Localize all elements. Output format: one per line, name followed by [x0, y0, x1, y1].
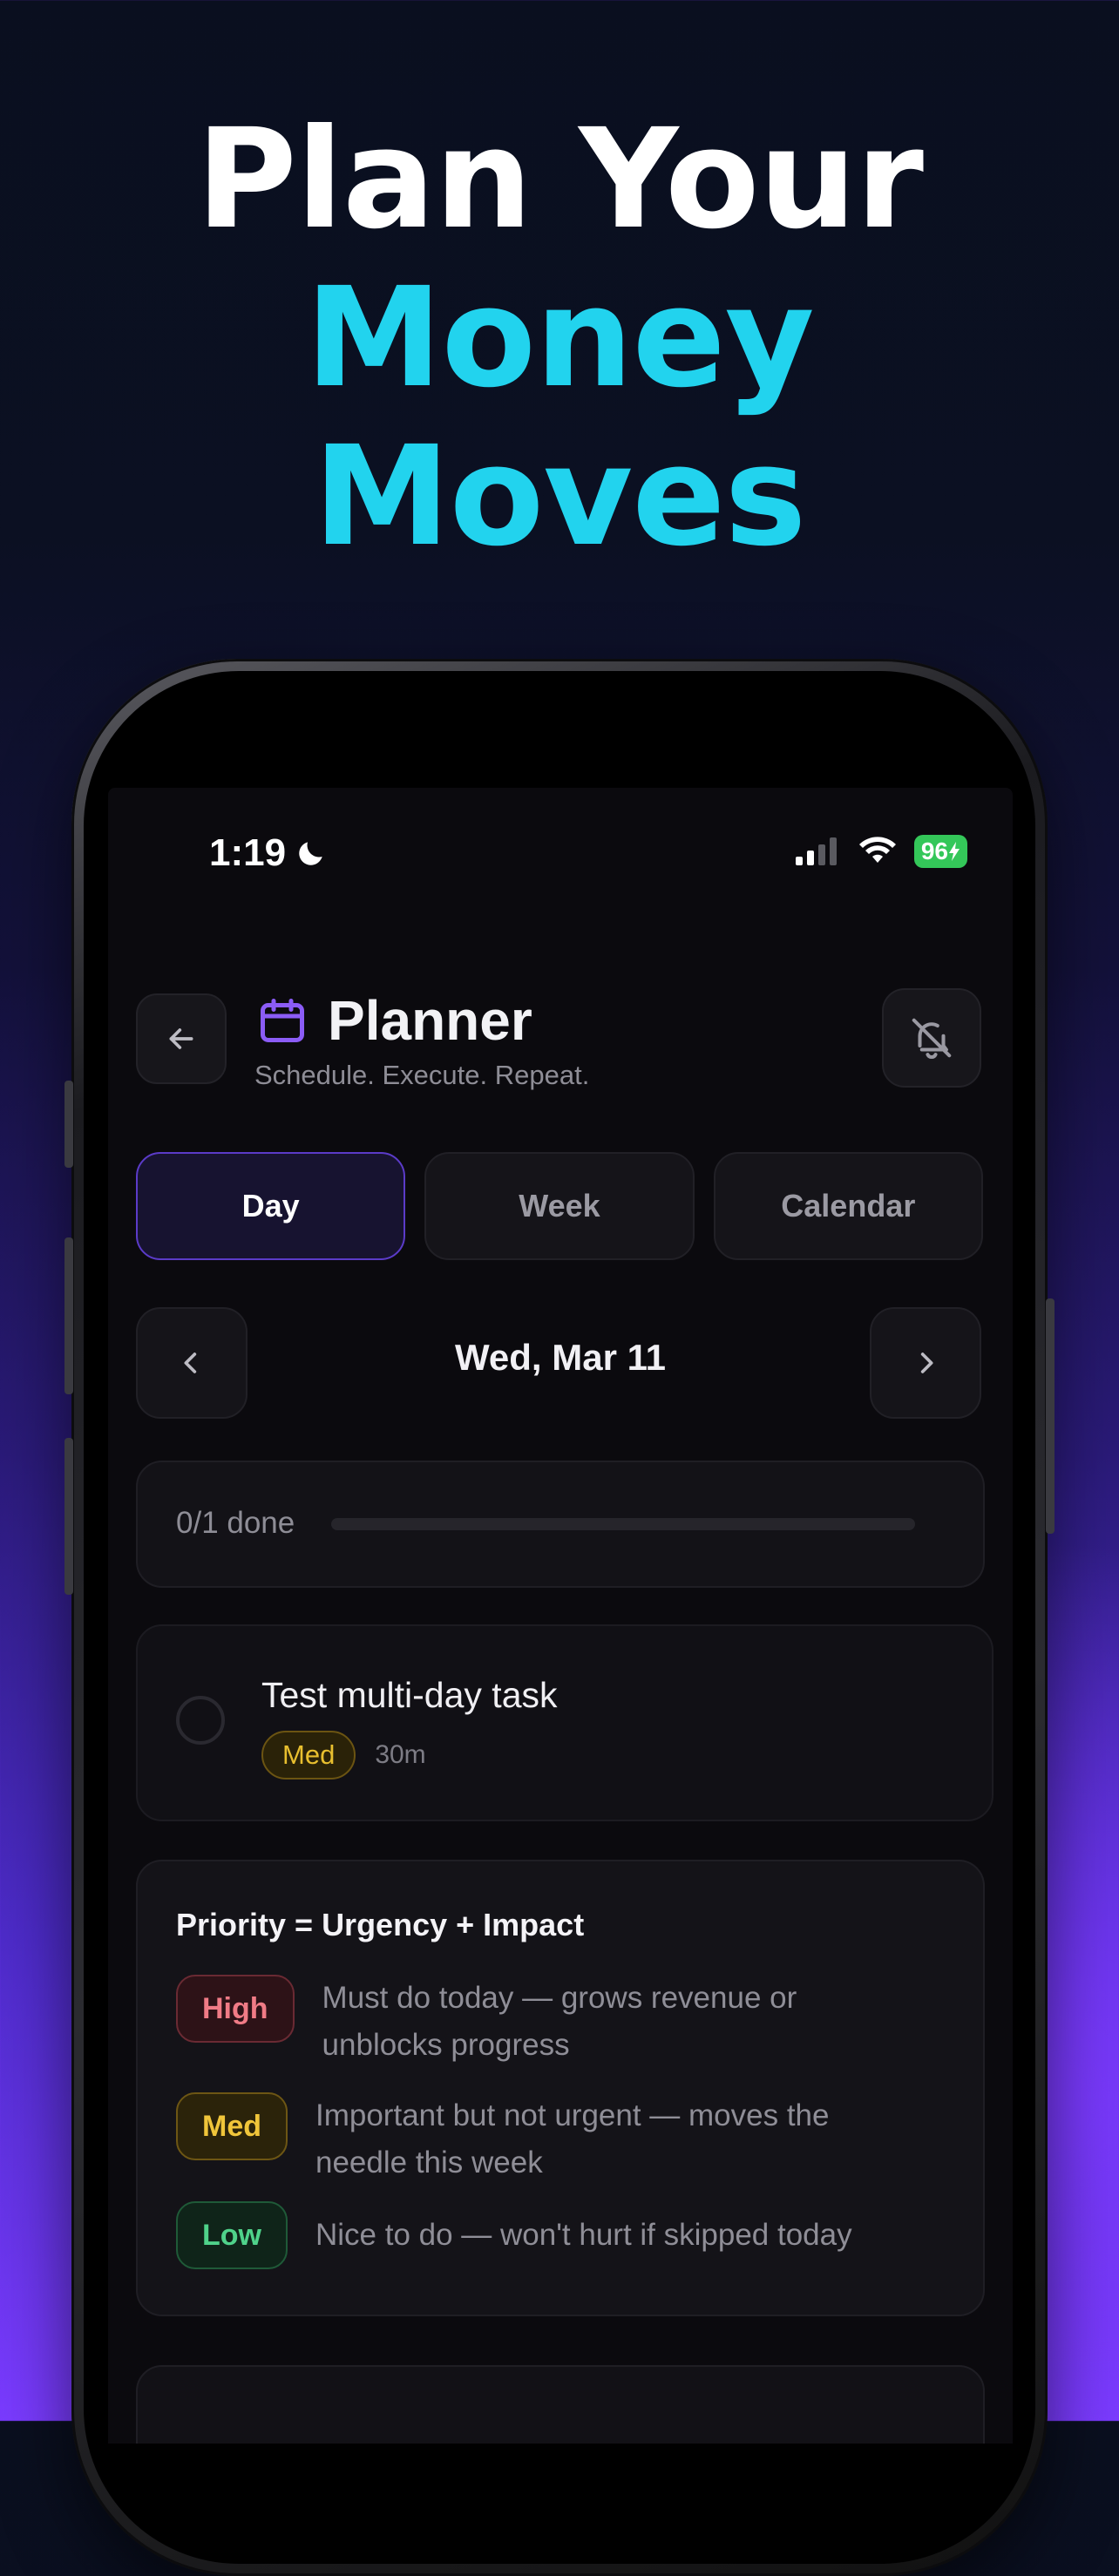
task-item[interactable]: Test multi-day task Med 30m: [136, 1624, 994, 1821]
moon-icon: [299, 842, 322, 865]
chevron-right-icon: [920, 1352, 933, 1373]
phone-volume-up-button: [64, 1237, 73, 1394]
bell-off-icon: [912, 1018, 952, 1059]
back-button[interactable]: [136, 993, 227, 1084]
priority-description-med: Important but not urgent — moves the nee…: [315, 2098, 830, 2179]
priority-guide-title: Priority = Urgency + Impact: [176, 1907, 585, 1942]
priority-description-high: Must do today — grows revenue or unblock…: [322, 1981, 797, 2062]
priority-row-high: High Must do today — grows revenue or un…: [176, 1975, 943, 2069]
progress-card: 0/1 done: [136, 1461, 985, 1588]
page-subtitle: Schedule. Execute. Repeat.: [254, 1060, 590, 1090]
priority-badge-low: Low: [176, 2201, 288, 2269]
status-time-label: 1:19: [209, 831, 287, 874]
calendar-icon: [261, 999, 304, 1042]
tab-week[interactable]: Week: [424, 1152, 695, 1260]
priority-row-low: Low Nice to do — won't hurt if skipped t…: [176, 2201, 943, 2269]
status-indicators: 96: [795, 835, 967, 868]
notifications-toggle-button[interactable]: [882, 988, 981, 1088]
progress-label: 0/1 done: [176, 1506, 295, 1540]
task-duration: 30m: [375, 1740, 426, 1769]
priority-badge-high: High: [176, 1975, 295, 2043]
task-priority-badge: Med: [261, 1731, 356, 1779]
phone-volume-down-button: [64, 1438, 73, 1595]
promo-headline: Plan Your Money Moves: [0, 100, 1119, 576]
priority-row-med: Med Important but not urgent — moves the…: [176, 2092, 943, 2186]
battery-level: 96: [920, 837, 948, 864]
progress-bar: [331, 1518, 915, 1530]
task-meta: Med 30m: [261, 1731, 426, 1779]
status-time: 1:19: [209, 831, 328, 875]
app-screen: 1:19 96 Planner Schedule. Execute. Repea…: [108, 788, 1013, 2444]
next-day-button[interactable]: [870, 1307, 981, 1419]
charging-bolt-icon: [949, 842, 960, 861]
task-complete-checkbox[interactable]: [176, 1696, 225, 1745]
phone-power-button: [1046, 1298, 1055, 1534]
headline-line-2: Money: [305, 258, 814, 418]
wifi-icon: [858, 837, 896, 863]
tab-calendar[interactable]: Calendar: [713, 1152, 983, 1260]
arrow-left-icon: [169, 1028, 193, 1049]
headline-line-3: Moves: [313, 417, 807, 577]
page-title-row: Planner: [256, 988, 532, 1053]
tab-day[interactable]: Day: [136, 1152, 406, 1260]
phone-action-button: [64, 1081, 73, 1168]
priority-description-low: Nice to do — won't hurt if skipped today: [315, 2218, 852, 2252]
page-title: Planner: [328, 989, 532, 1052]
priority-badge-med: Med: [176, 2092, 288, 2160]
cellular-signal-icon: [795, 837, 837, 865]
battery-indicator: 96: [913, 835, 967, 868]
priority-guide-card: Priority = Urgency + Impact High Must do…: [136, 1860, 985, 2316]
next-card: [136, 2365, 985, 2444]
task-title: Test multi-day task: [261, 1675, 558, 1715]
view-tabs: Day Week Calendar: [136, 1152, 983, 1260]
headline-line-1: Plan Your: [196, 99, 924, 260]
